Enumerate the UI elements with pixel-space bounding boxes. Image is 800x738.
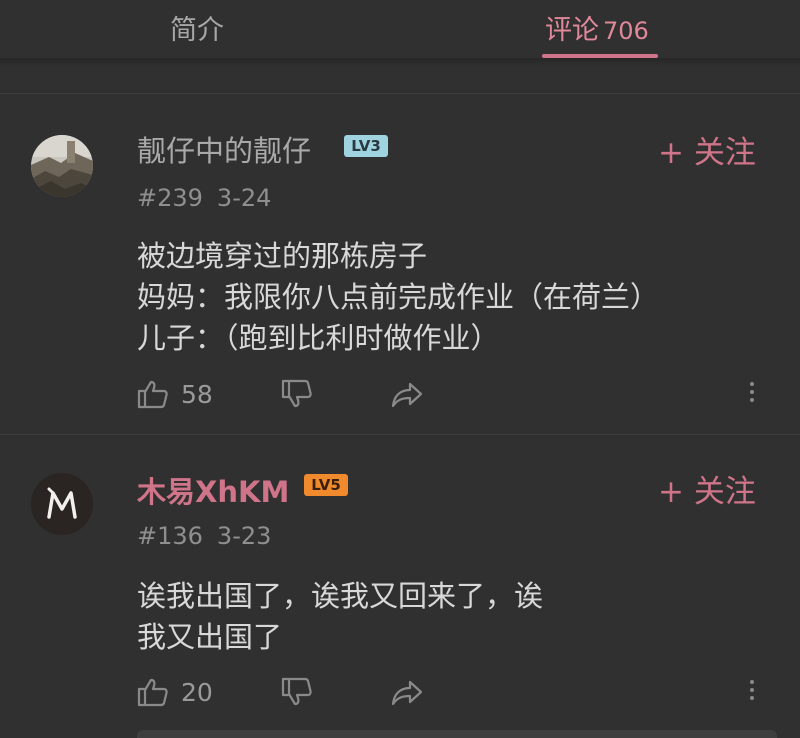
share-icon (391, 680, 423, 706)
comment-meta: #136 3-23 (137, 522, 271, 550)
like-count: 58 (181, 380, 213, 409)
level-badge: LV5 (304, 474, 348, 496)
more-options-icon[interactable] (746, 676, 758, 704)
tab-intro[interactable]: 简介 (170, 8, 224, 47)
like-count: 20 (181, 678, 213, 707)
tab-intro-label: 简介 (170, 15, 224, 46)
like-button[interactable] (137, 676, 169, 712)
comment-actions: 20 (137, 676, 777, 712)
comment-line: 儿子：（跑到比利时做作业） (137, 321, 500, 355)
comment-text: 诶我出国了，诶我又回来了，诶 我又出国了 (137, 576, 757, 658)
tab-bar: 简介 评论 706 (0, 0, 800, 58)
floor-number: #239 (137, 184, 203, 212)
tab-bar-shadow (0, 58, 800, 66)
comment-actions: 58 (137, 378, 777, 414)
divider (0, 93, 800, 94)
thumbs-up-icon (137, 380, 168, 409)
follow-button[interactable]: + 关注 (658, 466, 756, 511)
avatar[interactable] (31, 135, 93, 197)
thumbs-down-icon (281, 677, 312, 706)
thumbs-up-icon (137, 678, 168, 707)
username[interactable]: 木易XhKM (137, 469, 289, 511)
comment-line: 诶我出国了，诶我又回来了，诶 (137, 579, 544, 613)
divider (0, 434, 800, 435)
share-button[interactable] (390, 378, 424, 414)
avatar[interactable] (31, 473, 93, 535)
like-button[interactable] (137, 378, 169, 414)
floor-number: #136 (137, 522, 203, 550)
dislike-button[interactable] (281, 378, 313, 414)
share-icon (391, 382, 423, 408)
username[interactable]: 靓仔中的靓仔 (137, 128, 311, 170)
share-button[interactable] (390, 676, 424, 712)
more-options-icon[interactable] (746, 378, 758, 406)
tab-comments[interactable]: 评论 706 (545, 8, 649, 47)
comment-line: 被边境穿过的那栋房子 (137, 239, 428, 273)
reply-preview-bar (137, 730, 777, 738)
thumbs-down-icon (281, 379, 312, 408)
comment-meta: #239 3-24 (137, 184, 271, 212)
comment-text: 被边境穿过的那栋房子 妈妈：我限你八点前完成作业（在荷兰） 儿子：（跑到比利时做… (137, 236, 757, 359)
level-badge: LV3 (344, 135, 388, 157)
follow-button[interactable]: + 关注 (658, 127, 756, 172)
comments-count: 706 (603, 17, 649, 45)
tab-comments-label: 评论 (545, 15, 599, 46)
dislike-button[interactable] (281, 676, 313, 712)
comment-line: 妈妈：我限你八点前完成作业（在荷兰） (137, 280, 660, 314)
comment-date: 3-24 (216, 184, 272, 212)
comment-line: 我又出国了 (137, 620, 283, 654)
comment-date: 3-23 (216, 522, 272, 550)
